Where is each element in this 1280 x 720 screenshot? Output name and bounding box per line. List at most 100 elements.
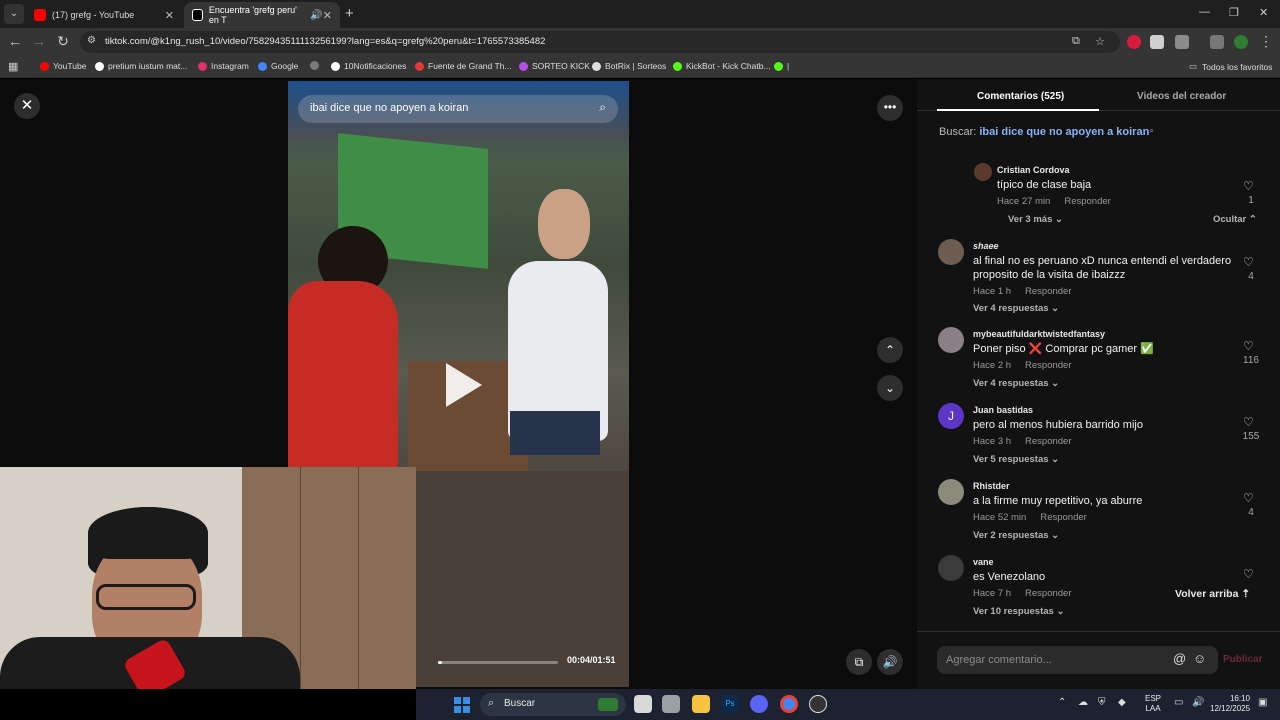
like-heart-icon[interactable]: ♡ <box>1243 179 1254 193</box>
search-value[interactable]: ibai dice que no apoyen a koiran <box>979 126 1149 138</box>
search-icon[interactable]: ⌕ <box>599 100 606 115</box>
avatar[interactable] <box>938 479 964 505</box>
next-video-button[interactable]: ⌄ <box>877 375 903 401</box>
reading-list-icon[interactable] <box>1210 35 1224 49</box>
taskbar-search[interactable]: ⌕ Buscar <box>480 693 626 716</box>
play-icon[interactable] <box>446 363 482 407</box>
reload-icon[interactable]: ↻ <box>54 33 72 50</box>
more-options-button[interactable]: ••• <box>877 95 903 121</box>
like-heart-icon[interactable]: ♡ <box>1243 255 1254 269</box>
onedrive-icon[interactable]: ☁ <box>1078 697 1088 708</box>
app-tray-icon[interactable]: ◆ <box>1118 697 1126 708</box>
network-icon[interactable]: ▭ <box>1174 697 1183 708</box>
back-icon[interactable]: ← <box>6 33 24 49</box>
reply-button[interactable]: Responder <box>1064 196 1110 207</box>
new-tab-icon[interactable]: + <box>345 5 354 22</box>
emoji-icon[interactable]: ☺ <box>1193 651 1206 666</box>
tab-tiktok[interactable]: Encuentra 'grefg peru' en T 🔊 ✕ <box>184 2 340 28</box>
profile-avatar-icon[interactable] <box>1234 35 1248 49</box>
avatar[interactable]: J <box>938 403 964 429</box>
extension-card-icon[interactable] <box>1150 35 1164 49</box>
tab-creator-videos[interactable]: Videos del creador <box>1137 91 1226 102</box>
reply-button[interactable]: Responder <box>1040 512 1086 523</box>
view-replies[interactable]: Ver 10 respuestas ⌄ <box>973 606 1064 617</box>
bookmark-botrix[interactable]: BotRix | Sorteos <box>592 61 666 71</box>
extension-red-icon[interactable] <box>1127 35 1141 49</box>
close-video-button[interactable]: ✕ <box>14 93 40 119</box>
view-replies[interactable]: Ver 2 respuestas ⌄ <box>973 530 1059 541</box>
chrome-app-icon[interactable] <box>780 695 798 713</box>
comment-user[interactable]: Juan bastidas <box>973 405 1033 415</box>
like-heart-icon[interactable]: ♡ <box>1243 339 1254 353</box>
back-to-top-button[interactable]: Volver arriba ⇡ <box>1175 588 1250 600</box>
comment-input[interactable]: Agregar comentario... @ ☺ <box>937 646 1218 674</box>
reply-button[interactable]: Responder <box>1025 360 1071 371</box>
apps-grid-icon[interactable]: ▦ <box>8 60 18 73</box>
clock[interactable]: 16:10 12/12/2025 <box>1210 694 1250 714</box>
bookmark-kickbot[interactable]: KickBot - Kick Chatb... <box>673 61 771 71</box>
bookmark-ten[interactable]: | <box>774 61 789 71</box>
volume-tray-icon[interactable]: 🔊 <box>1192 697 1204 708</box>
publish-button[interactable]: Publicar <box>1223 654 1262 665</box>
bookmark-gta[interactable]: Fuente de Grand Th... <box>415 61 511 71</box>
comment-user[interactable]: Cristian Cordova <box>997 165 1070 175</box>
extensions-puzzle-icon[interactable] <box>1175 35 1189 49</box>
url-text[interactable]: tiktok.com/@k1ng_rush_10/video/758294351… <box>105 36 545 47</box>
avatar[interactable] <box>938 327 964 353</box>
bookmark-google[interactable]: Google <box>258 61 298 71</box>
comment-user[interactable]: Rhistder <box>973 481 1010 491</box>
like-heart-icon[interactable]: ♡ <box>1243 491 1254 505</box>
like-heart-icon[interactable]: ♡ <box>1243 567 1254 581</box>
bookmark-star-icon[interactable]: ☆ <box>1095 35 1105 48</box>
picture-in-picture-button[interactable]: ⧉ <box>846 649 872 675</box>
bookmark-sorteo-kick[interactable]: SORTEO KICK <box>519 61 590 71</box>
avatar[interactable] <box>974 163 992 181</box>
folder-app-icon[interactable] <box>692 695 710 713</box>
mention-icon[interactable]: @ <box>1173 651 1186 666</box>
view-replies[interactable]: Ver 5 respuestas ⌄ <box>973 454 1059 465</box>
close-window-icon[interactable]: ✕ <box>1259 6 1268 19</box>
reply-button[interactable]: Responder <box>1025 436 1071 447</box>
comment-user[interactable]: vane <box>973 557 994 567</box>
notifications-icon[interactable]: ▣ <box>1258 697 1267 708</box>
photoshop-app-icon[interactable]: Ps <box>721 695 739 713</box>
language-indicator[interactable]: ESP LAA <box>1145 694 1161 714</box>
all-bookmarks[interactable]: ▭ Todos los favoritos <box>1189 61 1272 72</box>
speaker-icon[interactable]: 🔊 <box>310 10 322 21</box>
task-view-icon[interactable] <box>634 695 652 713</box>
tray-chevron-icon[interactable]: ⌃ <box>1058 697 1066 708</box>
close-tab-icon[interactable]: ✕ <box>323 9 332 22</box>
browser-menu-icon[interactable]: ⋮ <box>1257 33 1275 50</box>
like-heart-icon[interactable]: ♡ <box>1243 415 1254 429</box>
address-bar[interactable]: ⚙ tiktok.com/@k1ng_rush_10/video/7582943… <box>80 31 1120 53</box>
avatar[interactable] <box>938 555 964 581</box>
comment-user[interactable]: mybeautifuldarktwistedfantasy <box>973 329 1105 339</box>
tab-comments[interactable]: Comentarios (525) <box>977 91 1064 102</box>
discord-app-icon[interactable] <box>750 695 768 713</box>
bookmark-unnamed[interactable] <box>310 61 323 70</box>
reply-button[interactable]: Responder <box>1025 286 1071 297</box>
obs-app-icon[interactable] <box>809 695 827 713</box>
explorer-app-icon[interactable] <box>662 695 680 713</box>
comment-user[interactable]: shaee <box>973 241 999 251</box>
minimize-icon[interactable]: — <box>1199 6 1210 18</box>
volume-button[interactable]: 🔊 <box>877 649 903 675</box>
install-app-icon[interactable]: ⧉ <box>1072 35 1080 48</box>
avatar[interactable] <box>938 239 964 265</box>
view-more-replies[interactable]: Ver 3 más ⌄ <box>1008 214 1063 225</box>
video-progress-bar[interactable] <box>438 661 558 664</box>
previous-video-button[interactable]: ⌃ <box>877 337 903 363</box>
bookmark-instagram[interactable]: Instagram <box>198 61 249 71</box>
windows-start-icon[interactable] <box>454 697 470 713</box>
forward-icon[interactable]: → <box>30 33 48 49</box>
bookmark-pretium[interactable]: pretium iustum mat... <box>95 61 187 71</box>
hide-replies[interactable]: Ocultar ⌃ <box>1213 214 1257 225</box>
view-replies[interactable]: Ver 4 respuestas ⌄ <box>973 378 1059 389</box>
view-replies[interactable]: Ver 4 respuestas ⌄ <box>973 303 1059 314</box>
site-info-icon[interactable]: ⚙ <box>87 35 96 46</box>
video-search-pill[interactable]: ibai dice que no apoyen a koiran ⌕ <box>298 95 618 123</box>
reply-button[interactable]: Responder <box>1025 588 1071 599</box>
search-suggestion[interactable]: Buscar: ibai dice que no apoyen a koiran… <box>939 126 1154 138</box>
bookmark-notificaciones[interactable]: 10Notificaciones <box>331 61 406 71</box>
tab-search-menu-icon[interactable]: ⌄ <box>4 4 24 24</box>
